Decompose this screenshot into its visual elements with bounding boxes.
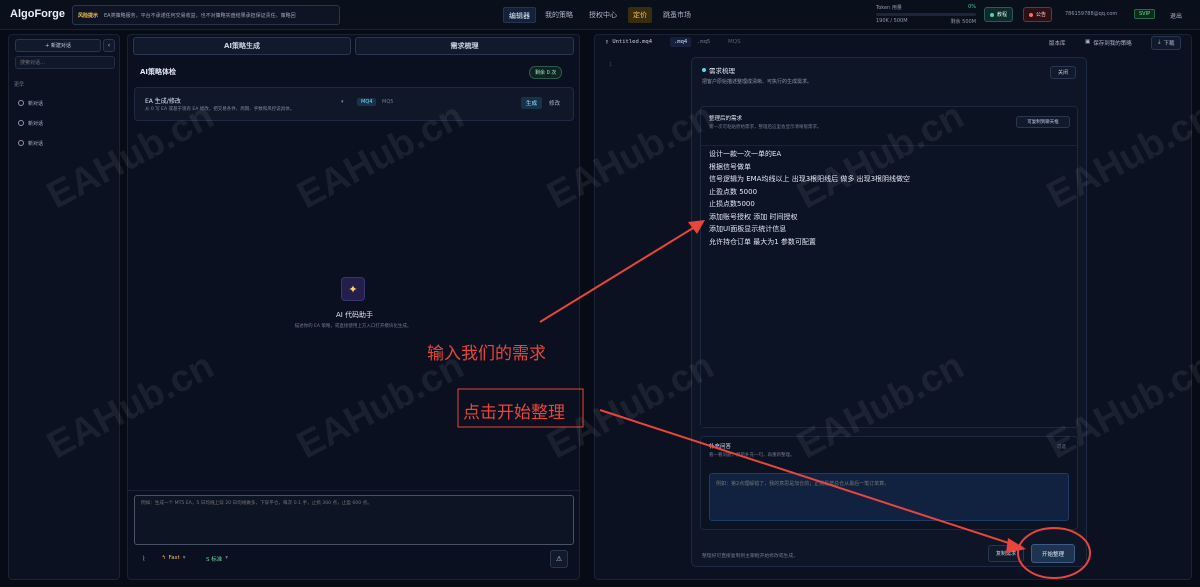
- highlight-circle: [1017, 527, 1091, 579]
- annotation-click-label: 点击开始整理: [463, 403, 565, 423]
- arrowhead-icon: [688, 220, 705, 234]
- arrow-to-start-button: [599, 409, 1019, 547]
- annotation-overlay: [457, 220, 1091, 579]
- annotation-input-label: 输入我们的需求: [427, 344, 546, 364]
- arrow-to-requirement: [539, 224, 699, 323]
